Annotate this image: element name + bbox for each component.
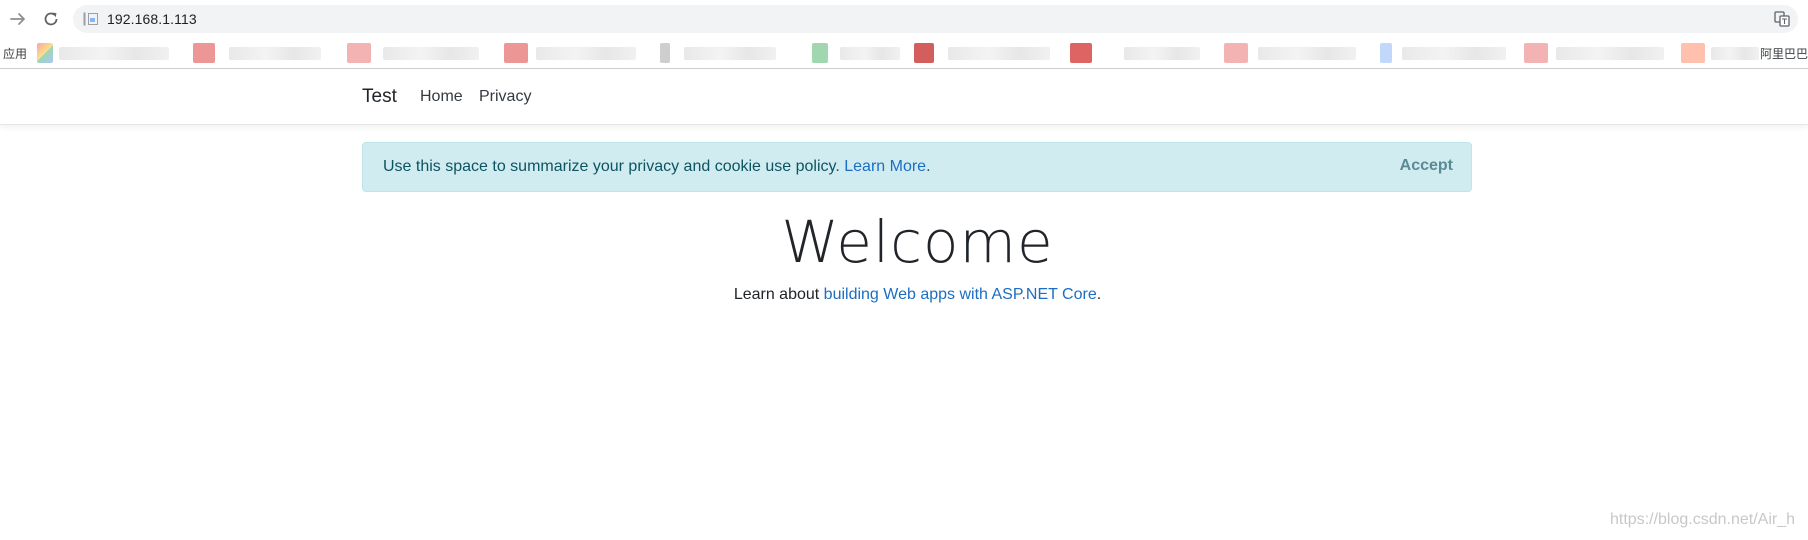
learn-more-link[interactable]: Learn More <box>844 158 926 175</box>
bookmark-favicon-icon <box>504 43 528 63</box>
bookmark-favicon-icon <box>1681 43 1705 63</box>
address-bar[interactable]: 192.168.1.113 <box>73 5 1798 33</box>
bookmark-item[interactable] <box>914 40 1054 66</box>
bookmark-item[interactable] <box>193 40 323 66</box>
bookmark-item[interactable] <box>504 40 639 66</box>
bookmark-item[interactable] <box>37 40 172 66</box>
bookmark-favicon-icon <box>1380 43 1392 63</box>
bookmark-item[interactable] <box>812 40 902 66</box>
url-text: 192.168.1.113 <box>107 11 197 27</box>
bookmark-item[interactable] <box>1380 40 1510 66</box>
bookmark-alibaba[interactable]: 阿里巴巴 <box>1760 45 1808 62</box>
page-title: Welcome <box>781 208 1054 276</box>
bookmarks-apps[interactable]: 应用 <box>3 45 27 62</box>
bookmark-favicon-icon <box>812 43 828 63</box>
intro-text: Learn about building Web apps with ASP.N… <box>0 286 1808 304</box>
reload-button[interactable] <box>39 7 63 31</box>
intro-prefix: Learn about <box>733 286 824 303</box>
bookmarks-bar: 应用 阿里巴巴 <box>0 37 1808 69</box>
browser-chrome: 192.168.1.113 应用 阿里巴巴 <box>0 0 1808 69</box>
bookmark-favicon-icon <box>914 43 934 63</box>
page-info-icon <box>83 12 98 26</box>
browser-toolbar: 192.168.1.113 <box>0 0 1808 37</box>
intro-suffix: . <box>1096 286 1102 303</box>
translate-icon[interactable] <box>1774 11 1790 27</box>
bookmark-favicon-icon <box>1224 43 1248 63</box>
cookie-consent-message: Use this space to summarize your privacy… <box>383 158 840 175</box>
forward-button[interactable] <box>6 7 30 31</box>
bookmark-favicon-icon <box>1524 43 1548 63</box>
site-navbar: Test Home Privacy <box>0 69 1808 125</box>
aspnet-docs-link[interactable]: building Web apps with ASP.NET Core <box>824 286 1097 303</box>
bookmark-favicon-icon <box>193 43 215 63</box>
nav-link-home[interactable]: Home <box>420 88 463 106</box>
cookie-consent-alert: Use this space to summarize your privacy… <box>362 142 1472 192</box>
bookmark-favicon-icon <box>37 43 53 63</box>
cookie-consent-suffix: . <box>926 158 931 175</box>
bookmark-item[interactable] <box>347 40 482 66</box>
accept-button[interactable]: Accept <box>1400 157 1453 175</box>
bookmark-item[interactable] <box>1070 40 1200 66</box>
bookmark-favicon-icon <box>660 43 670 63</box>
arrow-right-icon <box>10 13 25 25</box>
bookmark-favicon-icon <box>1070 43 1092 63</box>
bookmark-item[interactable] <box>660 40 780 66</box>
bookmark-item[interactable] <box>1224 40 1359 66</box>
watermark: https://blog.csdn.net/Air_h <box>1610 511 1795 528</box>
bookmark-item[interactable] <box>1524 40 1669 66</box>
bookmark-favicon-icon <box>347 43 371 63</box>
navbar-brand[interactable]: Test <box>362 86 397 108</box>
cookie-consent-text: Use this space to summarize your privacy… <box>383 158 931 176</box>
bookmark-item[interactable] <box>1681 40 1761 66</box>
reload-icon <box>44 12 58 26</box>
nav-link-privacy[interactable]: Privacy <box>479 88 531 106</box>
